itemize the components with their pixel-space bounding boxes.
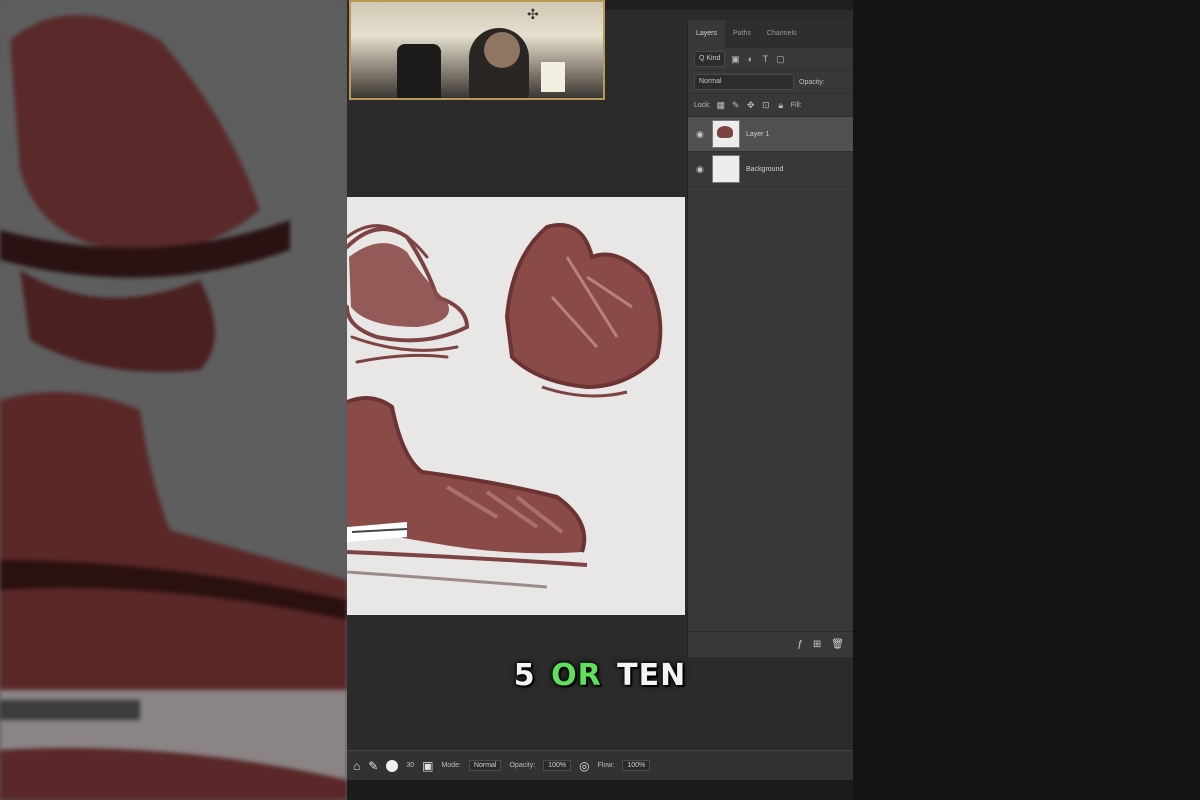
tab-channels[interactable]: Channels [759,20,805,48]
layers-panel: Layers Paths Channels Q Kind ▣ ◐ T ▢ Nor… [687,20,853,657]
layer-item-layer-1[interactable]: ◉ Layer 1 [688,117,853,152]
shoe-sketch-art [347,223,663,589]
type-filter-icon[interactable]: T [760,54,770,64]
layers-footer: ƒ ⊞ 🗑︎ [688,631,853,657]
caption-word: TEN [617,658,687,693]
top-bar [605,0,853,10]
tool-options-bar: ⌂ ✎ 30 ▣ Mode: Normal Opacity: 100% ◎ Fl… [347,750,853,780]
move-lock-icon[interactable]: ✥ [746,100,756,111]
drawing-canvas[interactable] [347,197,685,615]
flow-label: Flow: [597,762,615,769]
layer-thumbnail [712,155,740,183]
layer-filter-row: Q Kind ▣ ◐ T ▢ [688,48,853,71]
mode-select[interactable]: Normal [468,760,502,771]
lock-row: Lock: ▦ ✎ ✥ ⊡ 🔒︎ Fill: [688,94,853,117]
kind-filter-select[interactable]: Q Kind [694,51,726,67]
brush-settings-icon[interactable]: ▣ [422,759,433,773]
lock-icon[interactable]: 🔒︎ [776,100,786,111]
tab-paths[interactable]: Paths [725,20,759,48]
pressure-opacity-icon[interactable]: ◎ [579,759,589,773]
caption-accent-word: OR [551,658,602,693]
trash-icon[interactable]: 🗑︎ [831,639,844,650]
image-filter-icon[interactable]: ▣ [730,54,740,65]
brush-icon[interactable]: ✎ [368,759,378,773]
blend-row: Normal Opacity: [688,71,853,94]
flow-field[interactable]: 100% [622,760,651,771]
brush-lock-icon[interactable]: ✎ [731,100,741,111]
layer-name: Background [746,165,784,173]
webcam-window [541,62,565,92]
opacity-field[interactable]: 100% [543,760,572,771]
photoshop-window: ✣ Layers Paths Channels Q Kind ▣ ◐ T ▢ N… [347,0,853,800]
blurred-sketch-art [0,0,347,800]
eye-icon[interactable]: ◉ [696,164,706,175]
background-blur-left [0,0,347,800]
mode-label: Mode: [441,762,461,769]
brush-preset-picker[interactable] [386,759,399,772]
shape-filter-icon[interactable]: ▢ [775,54,785,65]
layer-thumbnail [712,120,740,148]
status-strip [347,780,853,800]
opacity-label: Opacity: [799,78,825,86]
fx-icon[interactable]: ƒ [797,639,803,650]
webcam-person-face [484,32,520,68]
home-icon[interactable]: ⌂ [353,759,360,773]
layer-item-background[interactable]: ◉ Background [688,152,853,187]
artboard-lock-icon[interactable]: ⊡ [761,100,771,111]
new-layer-icon[interactable]: ⊞ [813,639,821,650]
webcam-overlay: ✣ [349,0,605,100]
background-right [853,0,1200,800]
lock-label: Lock: [694,101,711,109]
tab-layers[interactable]: Layers [688,20,726,48]
opacity-label: Opacity: [509,762,536,769]
video-caption: 5 OR TEN [347,658,853,693]
panel-tabs: Layers Paths Channels [688,20,853,48]
eye-icon[interactable]: ◉ [696,129,706,140]
layer-name: Layer 1 [746,130,770,138]
adjustment-filter-icon[interactable]: ◐ [745,54,755,64]
webcam-chair [397,44,441,98]
caption-number: 5 [513,658,536,693]
lock-pixels-icon[interactable]: ▦ [716,100,726,111]
fill-label: Fill: [790,101,802,109]
ceiling-fan-icon: ✣ [527,6,539,22]
brush-size-value: 30 [406,762,415,769]
blend-mode-select[interactable]: Normal [694,74,794,90]
